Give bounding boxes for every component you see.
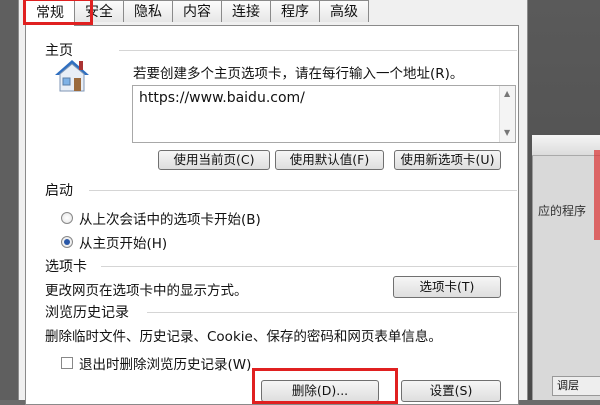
tab-advanced[interactable]: 高级 (319, 0, 369, 22)
chevron-down-icon[interactable]: ▼ (504, 128, 510, 137)
startup-section-title: 启动 (45, 183, 73, 199)
history-separator (147, 312, 517, 313)
tab-security[interactable]: 安全 (74, 0, 124, 22)
background-left-edge (0, 0, 18, 400)
startup-option-homepage[interactable]: 从主页开始(H) (61, 232, 167, 252)
house-icon (55, 60, 89, 92)
use-default-button[interactable]: 使用默认值(F) (275, 150, 384, 170)
radio-homepage[interactable] (61, 236, 73, 248)
use-new-tab-button[interactable]: 使用新选项卡(U) (394, 150, 501, 170)
tab-general[interactable]: 常规 (25, 0, 75, 26)
use-current-button[interactable]: 使用当前页(C) (158, 150, 270, 170)
tab-programs[interactable]: 程序 (270, 0, 320, 22)
background-window (532, 135, 600, 400)
radio-homepage-label: 从主页开始(H) (79, 236, 168, 252)
delete-on-exit-checkbox[interactable] (61, 357, 73, 369)
background-window-bar (532, 135, 600, 156)
tab-strip: 常规 安全 隐私 内容 连接 程序 高级 (25, 0, 369, 26)
tab-privacy[interactable]: 隐私 (123, 0, 173, 22)
tab-connections[interactable]: 连接 (221, 0, 271, 22)
chevron-up-icon[interactable]: ▲ (504, 89, 510, 98)
startup-separator (89, 190, 517, 191)
history-settings-button[interactable]: 设置(S) (401, 380, 501, 402)
background-red-accent (594, 150, 600, 240)
delete-history-button[interactable]: 删除(D)... (261, 380, 379, 402)
tabs-section-title: 选项卡 (45, 259, 87, 275)
tab-content[interactable]: 内容 (172, 0, 222, 22)
startup-option-last-session[interactable]: 从上次会话中的选项卡开始(B) (61, 208, 261, 228)
homepage-description: 若要创建多个主页选项卡，请在每行输入一个地址(R)。 (133, 66, 464, 82)
history-section-title: 浏览历史记录 (45, 305, 129, 321)
delete-on-exit-option[interactable]: 退出时删除浏览历史记录(W) (61, 353, 251, 373)
internet-options-dialog: 常规 安全 隐私 内容 连接 程序 高级 主页 若要创建多个主页选项卡，请在每行… (18, 0, 528, 405)
tabs-description: 更改网页在选项卡中的显示方式。 (45, 283, 248, 299)
radio-last-session[interactable] (61, 212, 73, 224)
delete-on-exit-label: 退出时删除浏览历史记录(W) (79, 357, 252, 373)
homepage-url-input[interactable] (132, 85, 516, 143)
homepage-separator (119, 50, 517, 51)
tabs-settings-button[interactable]: 选项卡(T) (393, 276, 501, 298)
history-description: 删除临时文件、历史记录、Cookie、保存的密码和网页表单信息。 (45, 329, 442, 345)
background-partial-text: 应的程序 (538, 204, 587, 218)
background-bottom-tab[interactable]: 调层 (552, 376, 600, 396)
tabs-separator (101, 266, 517, 267)
radio-last-session-label: 从上次会话中的选项卡开始(B) (79, 212, 261, 228)
url-scrollbar[interactable]: ▲ ▼ (499, 86, 515, 142)
